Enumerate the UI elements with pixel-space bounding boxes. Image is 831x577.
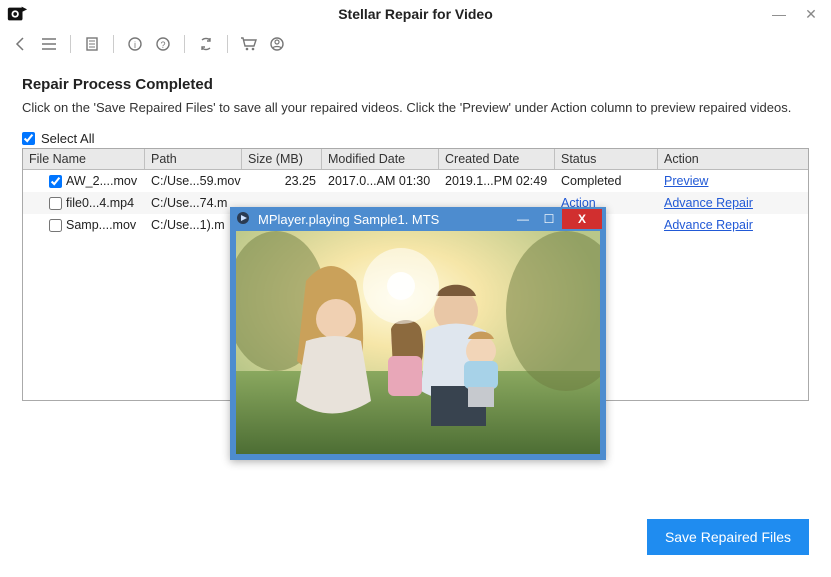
cell-crt: 2019.1...PM 02:49 — [439, 172, 555, 190]
row-checkbox[interactable] — [49, 219, 62, 232]
player-close-icon[interactable]: X — [562, 209, 602, 229]
cell-stat: Completed — [555, 172, 658, 190]
cart-icon[interactable] — [238, 33, 260, 55]
select-all-label: Select All — [41, 131, 94, 146]
refresh-icon[interactable] — [195, 33, 217, 55]
page-heading: Repair Process Completed — [22, 76, 809, 93]
cell-size: 23.25 — [242, 172, 322, 190]
app-window: Stellar Repair for Video — ✕ i ? Repair … — [0, 0, 831, 577]
save-repaired-button[interactable]: Save Repaired Files — [647, 519, 809, 555]
toolbar: i ? — [0, 28, 831, 60]
svg-text:i: i — [134, 40, 136, 50]
row-checkbox[interactable] — [49, 175, 62, 188]
cell-path: C:/Use...1).m — [145, 216, 242, 234]
cell-file: Samp....mov — [66, 218, 136, 232]
cell-path: C:/Use...74.m — [145, 194, 242, 212]
advance-repair-link[interactable]: Advance Repair — [664, 196, 753, 210]
video-player-window[interactable]: MPlayer.playing Sample1. MTS — ☐ X — [230, 207, 606, 460]
page-description: Click on the 'Save Repaired Files' to sa… — [22, 99, 809, 117]
svg-text:?: ? — [160, 40, 165, 50]
player-icon — [236, 211, 252, 227]
cell-path: C:/Use...59.mov — [145, 172, 242, 190]
menu-icon[interactable] — [38, 33, 60, 55]
list-icon[interactable] — [81, 33, 103, 55]
col-size[interactable]: Size (MB) — [242, 149, 322, 169]
player-maximize-icon[interactable]: ☐ — [536, 207, 562, 231]
table-row[interactable]: AW_2....mov C:/Use...59.mov 23.25 2017.0… — [23, 170, 808, 192]
col-stat[interactable]: Status — [555, 149, 658, 169]
select-all-checkbox[interactable] — [22, 132, 35, 145]
col-act[interactable]: Action — [658, 149, 802, 169]
back-icon[interactable] — [10, 33, 32, 55]
window-title: Stellar Repair for Video — [0, 6, 831, 22]
row-checkbox[interactable] — [49, 197, 62, 210]
col-path[interactable]: Path — [145, 149, 242, 169]
player-video-frame — [236, 231, 600, 454]
cell-file: file0...4.mp4 — [66, 196, 134, 210]
player-titlebar[interactable]: MPlayer.playing Sample1. MTS — ☐ X — [230, 207, 606, 231]
table-header: File Name Path Size (MB) Modified Date C… — [23, 149, 808, 170]
user-icon[interactable] — [266, 33, 288, 55]
col-crt[interactable]: Created Date — [439, 149, 555, 169]
col-file[interactable]: File Name — [23, 149, 145, 169]
player-minimize-icon[interactable]: — — [510, 207, 536, 231]
cell-file: AW_2....mov — [66, 174, 137, 188]
player-controls: — ☐ X — [510, 207, 606, 231]
advance-repair-link[interactable]: Advance Repair — [664, 218, 753, 232]
col-mod[interactable]: Modified Date — [322, 149, 439, 169]
info-icon[interactable]: i — [124, 33, 146, 55]
player-title: MPlayer.playing Sample1. MTS — [258, 212, 439, 227]
cell-mod: 2017.0...AM 01:30 — [322, 172, 439, 190]
titlebar: Stellar Repair for Video — ✕ — [0, 0, 831, 28]
preview-link[interactable]: Preview — [664, 174, 708, 188]
select-all[interactable]: Select All — [22, 131, 809, 146]
help-icon[interactable]: ? — [152, 33, 174, 55]
